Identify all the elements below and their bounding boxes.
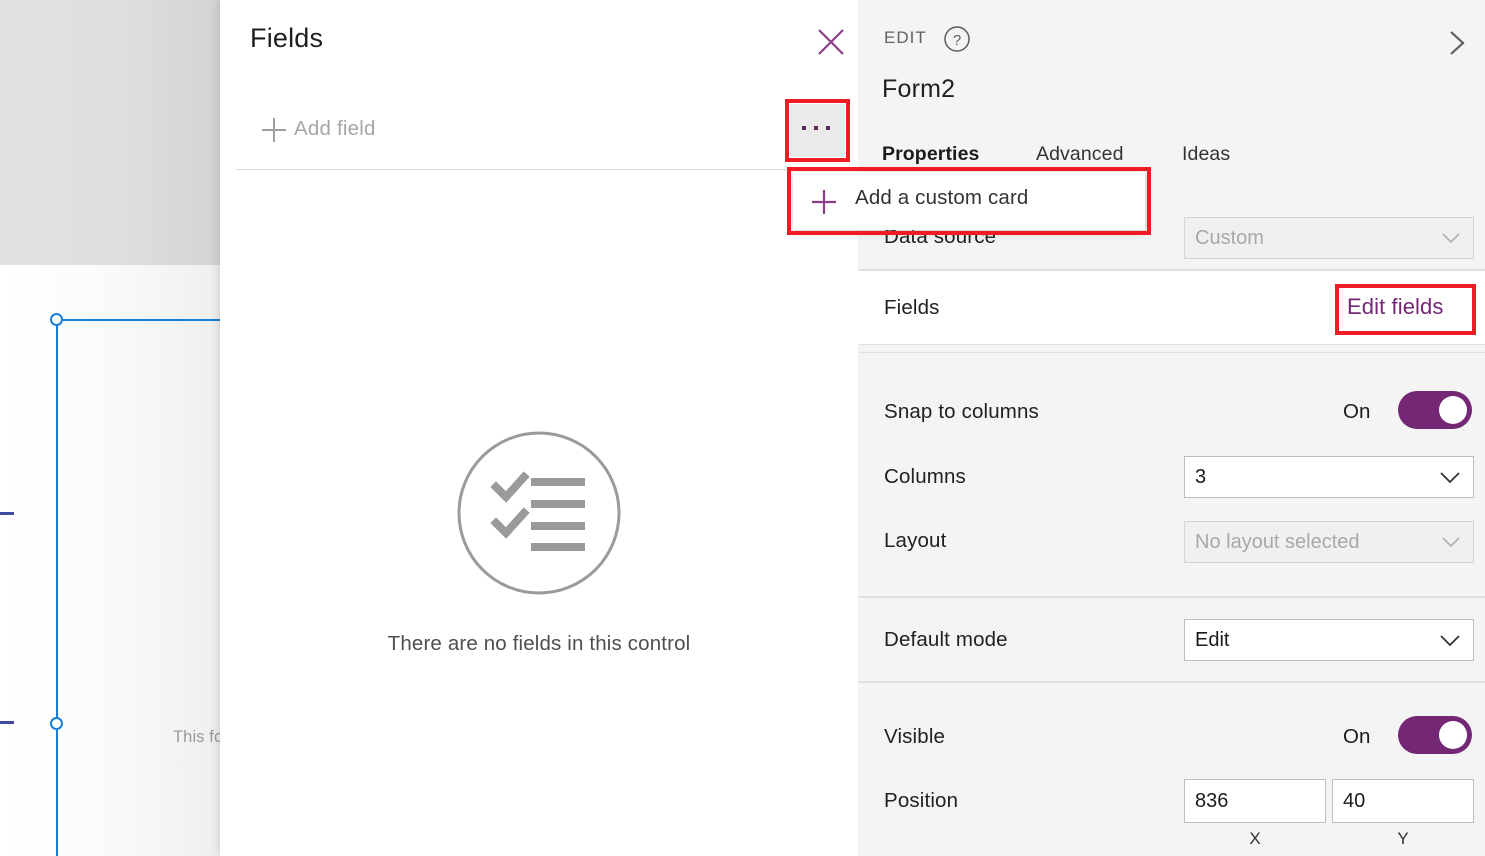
default-mode-label: Default mode bbox=[884, 628, 1008, 651]
chevron-right-icon bbox=[1436, 31, 1478, 68]
chevron-down-icon bbox=[1441, 232, 1473, 244]
snap-to-columns-label: Snap to columns bbox=[884, 400, 1039, 423]
visible-label: Visible bbox=[884, 725, 946, 748]
columns-select[interactable]: 3 bbox=[1184, 456, 1474, 498]
columns-value: 3 bbox=[1195, 465, 1207, 488]
position-label: Position bbox=[884, 789, 959, 812]
section-columns: Snap to columns On Columns 3 Layout No l… bbox=[858, 352, 1485, 597]
plus-icon bbox=[260, 116, 288, 149]
chevron-down-icon bbox=[1439, 471, 1473, 484]
menu-item-add-custom-card[interactable]: Add a custom card bbox=[793, 172, 1145, 230]
fields-panel-title: Fields bbox=[250, 23, 324, 53]
help-button[interactable]: ? bbox=[943, 25, 971, 58]
visible-state: On bbox=[1343, 725, 1371, 748]
control-name: Form2 bbox=[882, 75, 956, 103]
fields-empty-text: There are no fields in this control bbox=[387, 632, 691, 655]
edit-fields-link[interactable]: Edit fields bbox=[1347, 294, 1443, 320]
app-root: This fo Fields Add field There are no fi… bbox=[0, 0, 1485, 856]
visible-toggle[interactable] bbox=[1398, 716, 1472, 754]
help-circle-icon: ? bbox=[943, 26, 971, 57]
ruler-tick bbox=[0, 721, 14, 724]
selection-handle-top-left[interactable] bbox=[50, 313, 63, 326]
position-x-caption: X bbox=[1249, 829, 1261, 848]
canvas-top-gutter bbox=[0, 0, 220, 265]
more-options-button[interactable] bbox=[790, 104, 845, 157]
ellipsis-icon bbox=[802, 126, 830, 130]
default-mode-select[interactable]: Edit bbox=[1184, 619, 1474, 661]
add-field-label: Add field bbox=[294, 117, 376, 140]
menu-item-label: Add a custom card bbox=[855, 186, 1029, 209]
properties-panel: EDIT ? Form2 Properties Advanced Ideas D… bbox=[858, 0, 1485, 856]
fields-empty-state: There are no fields in this control bbox=[220, 430, 858, 656]
section-visible: Visible On Position 836 40 X Y bbox=[858, 682, 1485, 856]
selection-outline-left bbox=[56, 320, 58, 856]
fields-label: Fields bbox=[884, 296, 940, 319]
tab-advanced[interactable]: Advanced bbox=[1036, 143, 1124, 166]
layout-value: No layout selected bbox=[1195, 530, 1360, 553]
tab-ideas[interactable]: Ideas bbox=[1182, 143, 1230, 166]
chevron-down-icon bbox=[1439, 634, 1473, 647]
checklist-icon bbox=[456, 430, 622, 596]
layout-select[interactable]: No layout selected bbox=[1184, 521, 1474, 563]
snap-to-columns-state: On bbox=[1343, 400, 1371, 423]
ruler-tick bbox=[0, 512, 14, 515]
snap-to-columns-toggle[interactable] bbox=[1398, 391, 1472, 429]
properties-panel-header: EDIT ? Form2 bbox=[858, 0, 1485, 138]
svg-text:?: ? bbox=[953, 32, 961, 49]
chevron-down-icon bbox=[1441, 536, 1473, 548]
fields-panel: Fields Add field There are no fields in … bbox=[220, 0, 858, 856]
close-button[interactable] bbox=[800, 15, 862, 70]
position-y-caption: Y bbox=[1397, 829, 1409, 848]
canvas-form-hint-text: This fo bbox=[173, 728, 220, 746]
collapse-panel-button[interactable] bbox=[1436, 22, 1478, 64]
canvas-surface[interactable] bbox=[0, 265, 220, 856]
default-mode-value: Edit bbox=[1195, 628, 1230, 651]
section-default-mode: Default mode Edit bbox=[858, 597, 1485, 682]
position-x-input[interactable]: 836 bbox=[1184, 779, 1326, 823]
selection-handle-middle-left[interactable] bbox=[50, 717, 63, 730]
layout-label: Layout bbox=[884, 529, 947, 552]
fields-panel-divider bbox=[236, 169, 854, 170]
panel-eyebrow-label: EDIT bbox=[884, 28, 927, 47]
tab-properties[interactable]: Properties bbox=[882, 143, 979, 166]
app-canvas[interactable]: This fo bbox=[0, 0, 220, 856]
selection-outline-top bbox=[56, 319, 220, 321]
plus-icon bbox=[809, 187, 839, 222]
toggle-knob bbox=[1439, 721, 1467, 749]
columns-label: Columns bbox=[884, 465, 966, 488]
data-source-select[interactable]: Custom bbox=[1184, 217, 1474, 259]
data-source-value: Custom bbox=[1195, 226, 1264, 249]
add-field-row[interactable]: Add field bbox=[238, 104, 838, 158]
position-y-input[interactable]: 40 bbox=[1332, 779, 1474, 823]
toggle-knob bbox=[1439, 396, 1467, 424]
